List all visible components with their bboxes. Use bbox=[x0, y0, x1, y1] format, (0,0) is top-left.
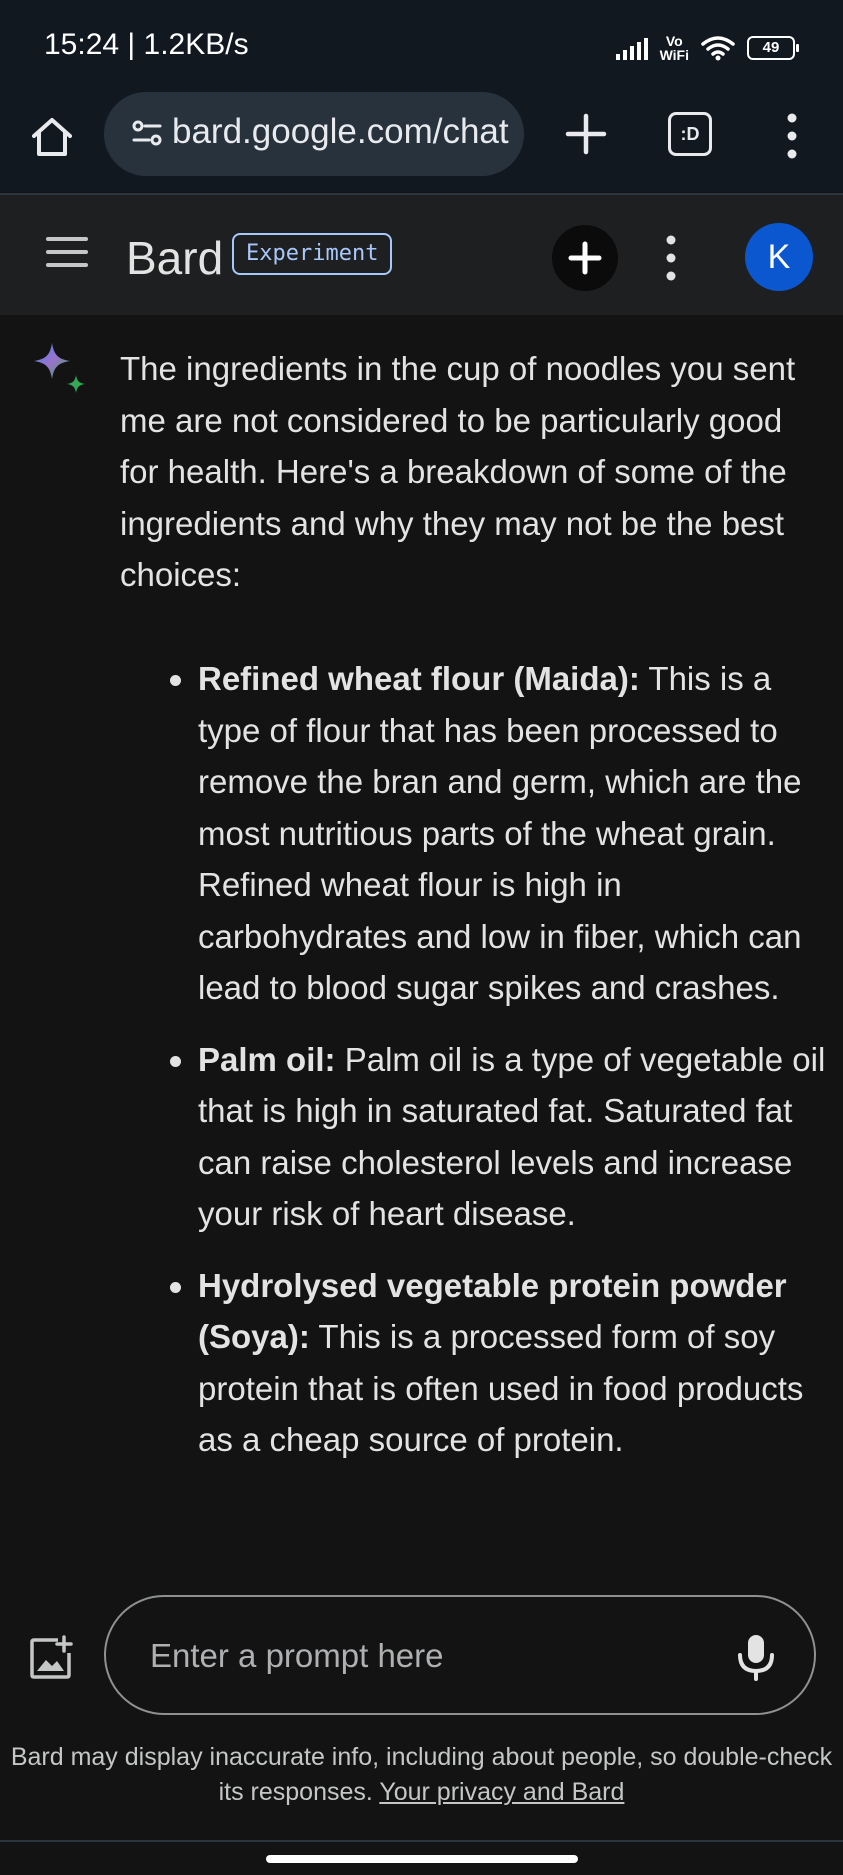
app-header: Bard Experiment K bbox=[0, 193, 843, 315]
tab-switcher-button[interactable]: :D bbox=[668, 112, 712, 156]
system-nav-bar bbox=[0, 1840, 843, 1875]
browser-menu-button[interactable] bbox=[770, 110, 814, 162]
list-item: Palm oil: Palm oil is a type of vegetabl… bbox=[170, 1034, 826, 1240]
chat-area: The ingredients in the cup of noodles yo… bbox=[0, 313, 843, 1563]
status-time: 15:24 | 1.2KB/s bbox=[44, 28, 249, 61]
ingredient-title: Refined wheat flour (Maida): bbox=[198, 660, 640, 697]
microphone-button[interactable] bbox=[734, 1633, 778, 1681]
bard-sparkle-icon bbox=[34, 343, 85, 393]
gesture-handle[interactable] bbox=[266, 1855, 578, 1863]
address-bar[interactable]: bard.google.com/chat bbox=[104, 92, 524, 176]
add-image-button[interactable] bbox=[28, 1635, 74, 1681]
hamburger-menu-icon[interactable] bbox=[46, 237, 88, 271]
status-indicators: Vo WiFi 49 bbox=[615, 28, 799, 68]
status-bar: 15:24 | 1.2KB/s Vo WiFi 49 bbox=[0, 0, 843, 92]
site-settings-icon[interactable] bbox=[132, 120, 162, 146]
more-options-button[interactable] bbox=[656, 231, 686, 285]
account-avatar[interactable]: K bbox=[745, 223, 813, 291]
ingredient-title: Palm oil: bbox=[198, 1040, 336, 1078]
prompt-input[interactable] bbox=[148, 1633, 712, 1679]
app-title: Bard bbox=[126, 232, 224, 284]
prompt-bar bbox=[0, 1563, 843, 1743]
response-intro: The ingredients in the cup of noodles yo… bbox=[120, 350, 796, 593]
new-tab-button[interactable] bbox=[560, 108, 612, 160]
home-button[interactable] bbox=[28, 112, 76, 160]
prompt-field[interactable] bbox=[104, 1595, 816, 1715]
list-item: Refined wheat flour (Maida): This is a t… bbox=[170, 653, 826, 1014]
new-chat-button[interactable] bbox=[552, 225, 618, 291]
plus-icon bbox=[568, 241, 602, 275]
battery-icon: 49 bbox=[747, 36, 799, 60]
signal-icon bbox=[615, 36, 648, 60]
privacy-link[interactable]: Your privacy and Bard bbox=[379, 1778, 624, 1806]
ingredient-list: Refined wheat flour (Maida): This is a t… bbox=[170, 653, 826, 1486]
wifi-icon bbox=[701, 36, 735, 61]
vowifi-top-label: Vo bbox=[665, 33, 683, 49]
url-text[interactable]: bard.google.com/chat bbox=[172, 112, 509, 152]
disclaimer: Bard may display inaccurate info, includ… bbox=[0, 1740, 843, 1810]
list-item: Hydrolysed vegetable protein powder (Soy… bbox=[170, 1260, 826, 1466]
ingredient-text: This is a type of flour that has been pr… bbox=[198, 660, 802, 1006]
vowifi-icon: Vo WiFi bbox=[660, 34, 689, 62]
vowifi-bottom-label: WiFi bbox=[659, 47, 689, 63]
browser-toolbar: bard.google.com/chat :D bbox=[0, 92, 843, 192]
experiment-badge: Experiment bbox=[232, 233, 393, 275]
